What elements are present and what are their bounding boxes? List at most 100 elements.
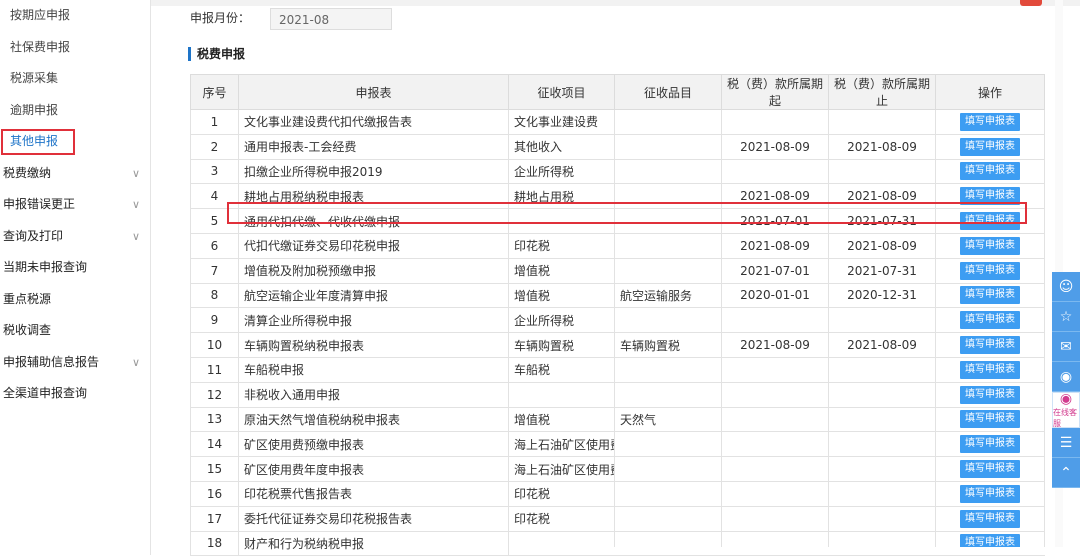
table-cell [614, 307, 722, 334]
table-cell [721, 307, 829, 334]
table-cell [508, 208, 615, 234]
table-cell: 2021-07-31 [828, 208, 936, 234]
table-cell: 2020-12-31 [828, 282, 936, 309]
fill-form-button[interactable]: 填写申报表 [960, 212, 1020, 231]
fill-form-button[interactable]: 填写申报表 [960, 112, 1020, 131]
sidebar-item-label: 申报辅助信息报告 [3, 354, 100, 369]
table-cell: 企业所得税 [508, 307, 615, 334]
sidebar-item-12[interactable]: 申报辅助信息报告 ∨ [0, 347, 150, 379]
table-cell [828, 406, 936, 433]
table-cell: 14 [190, 431, 239, 458]
table-cell: 9 [190, 307, 239, 334]
table-cell: 5 [190, 208, 239, 234]
action-cell: 填写申报表 [935, 332, 1045, 358]
action-cell: 填写申报表 [935, 109, 1045, 135]
fill-form-button[interactable]: 填写申报表 [960, 311, 1020, 330]
table-cell [614, 505, 722, 532]
declaration-table: 序号 申报表 征收项目 征收品目 税（费）款所属期起 税（费）款所属期止 操作 1 文化事业建… [190, 74, 1045, 556]
user-icon[interactable]: ☺ [1052, 272, 1080, 302]
customer-service-icon[interactable]: ◉ 在线客服 [1052, 391, 1080, 428]
fill-form-button[interactable]: 填写申报表 [960, 484, 1020, 503]
fill-form-button[interactable]: 填写申报表 [960, 162, 1020, 181]
table-cell [828, 307, 936, 334]
service-label: 在线客服 [1053, 408, 1077, 428]
document-icon[interactable]: ☰ [1052, 428, 1080, 458]
table-cell: 耕地占用税纳税申报表 [238, 183, 509, 210]
weibo-icon[interactable]: ◉ [1052, 362, 1080, 392]
table-cell: 2021-07-01 [721, 257, 829, 284]
table-cell [614, 356, 722, 383]
table-cell [828, 381, 936, 408]
action-cell: 填写申报表 [935, 431, 1045, 458]
table-row: 3 扣缴企业所得税申报2019 企业所得税 填写申报表 [190, 158, 1045, 185]
fill-form-button[interactable]: 填写申报表 [960, 336, 1020, 355]
chevron-down-icon: ∨ [131, 355, 140, 369]
sidebar-item-13[interactable]: 全渠道申报查询 [0, 378, 150, 410]
sidebar-item-6[interactable]: 税费缴纳 ∨ [0, 158, 150, 190]
sidebar-item-7[interactable]: 申报错误更正 ∨ [0, 189, 150, 221]
table-cell: 代扣代缴证券交易印花税申报 [238, 232, 509, 259]
action-cell: 填写申报表 [935, 381, 1045, 408]
sidebar-item-2[interactable]: 社保费申报 [0, 32, 150, 64]
table-row: 8 航空运输企业年度清算申报 增值税 航空运输服务 2020-01-01 2020-12-… [190, 282, 1045, 309]
table-cell: 车辆购置税 [508, 332, 615, 358]
fill-form-button[interactable]: 填写申报表 [960, 509, 1020, 528]
table-cell: 2021-07-31 [828, 257, 936, 284]
bottom-status-strip [515, 547, 1080, 555]
table-cell [614, 480, 722, 507]
fill-form-button[interactable]: 填写申报表 [960, 236, 1020, 255]
table-cell: 印花税 [508, 232, 615, 259]
fill-form-button[interactable]: 填写申报表 [960, 385, 1020, 404]
table-cell: 2020-01-01 [721, 282, 829, 309]
table-cell: 矿区使用费预缴申报表 [238, 431, 509, 458]
section-title: 税费申报 [188, 47, 245, 61]
table-cell [614, 232, 722, 259]
fill-form-button[interactable]: 填写申报表 [960, 137, 1020, 156]
action-cell: 填写申报表 [935, 480, 1045, 507]
fill-form-button[interactable]: 填写申报表 [960, 187, 1020, 206]
fill-form-button[interactable]: 填写申报表 [960, 261, 1020, 280]
action-cell: 填写申报表 [935, 307, 1045, 334]
table-cell: 17 [190, 505, 239, 532]
chevron-down-icon: ∨ [131, 166, 140, 180]
sidebar-item-8[interactable]: 查询及打印 ∨ [0, 221, 150, 253]
table-cell: 印花税票代售报告表 [238, 480, 509, 507]
table-cell: 印花税 [508, 505, 615, 532]
table-cell: 增值税 [508, 257, 615, 284]
table-row: 17 委托代征证券交易印花税报告表 印花税 填写申报表 [190, 505, 1045, 532]
column-header: 申报表 [238, 74, 509, 110]
chat-icon[interactable]: ✉ [1052, 332, 1080, 362]
fill-form-button[interactable]: 填写申报表 [960, 435, 1020, 454]
sidebar-item-11[interactable]: 税收调查 [0, 315, 150, 347]
table-cell: 原油天然气增值税纳税申报表 [238, 406, 509, 433]
fill-form-button[interactable]: 填写申报表 [960, 286, 1020, 305]
sidebar-item-9[interactable]: 当期未申报查询 [0, 252, 150, 284]
fill-form-button[interactable]: 填写申报表 [960, 460, 1020, 479]
table-row: 13 原油天然气增值税纳税申报表 增值税 天然气 填写申报表 [190, 406, 1045, 433]
arrow-up-icon[interactable]: ⌃ [1052, 458, 1080, 488]
sidebar-item-3[interactable]: 税源采集 [0, 63, 150, 95]
sidebar-item-label: 重点税源 [3, 291, 52, 306]
sidebar-item-10[interactable]: 重点税源 [0, 284, 150, 316]
star-icon[interactable]: ☆ [1052, 302, 1080, 332]
table-cell: 13 [190, 406, 239, 433]
sidebar-item-5[interactable]: 其他申报 [0, 126, 150, 158]
month-field[interactable]: 2021-08 [270, 7, 392, 30]
fill-form-button[interactable]: 填写申报表 [960, 410, 1020, 429]
column-header: 征收项目 [508, 74, 615, 110]
table-cell: 车辆购置税纳税申报表 [238, 332, 509, 358]
table-cell: 文化事业建设费 [508, 109, 615, 135]
table-cell [614, 431, 722, 458]
table-cell: 扣缴企业所得税申报2019 [238, 158, 509, 185]
table-cell: 2021-08-09 [828, 332, 936, 358]
month-label: 申报月份： [190, 11, 251, 25]
table-cell: 天然气 [614, 406, 722, 433]
table-row: 2 通用申报表-工会经费 其他收入 2021-08-09 2021-08-09 填写申报表 [190, 133, 1045, 160]
table-cell: 2021-08-09 [721, 133, 829, 160]
headset-glyph: ◉ [1059, 391, 1073, 407]
sidebar-item-1[interactable]: 按期应申报 [0, 0, 150, 32]
main-content: 申报月份： 2021-08 税费申报 序号 申报表 征收项目 征收品目 税（费）款所属期起… [150, 0, 1055, 556]
sidebar-item-4[interactable]: 逾期申报 [0, 95, 150, 127]
table-row: 5 通用代扣代缴、代收代缴申报 2021-07-01 2021-07-31 填写申报表 [190, 208, 1045, 234]
fill-form-button[interactable]: 填写申报表 [960, 360, 1020, 379]
